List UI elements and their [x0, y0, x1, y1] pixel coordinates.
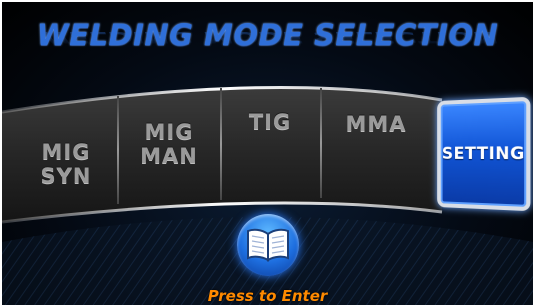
mode-button-mig-man[interactable]: MIG MAN — [119, 94, 219, 194]
mode-button-mig-syn[interactable]: MIG SYN — [16, 114, 116, 214]
book-icon — [247, 228, 289, 262]
mode-label-mma: MMA — [345, 112, 407, 136]
mode-label-tig: TIG — [248, 110, 292, 134]
mode-label-setting: SETTING — [441, 143, 525, 165]
display-screen: WELDING MODE SELECTION WELDING MODE SELE… — [2, 2, 533, 305]
mode-label-mig-syn: MIG SYN — [40, 140, 92, 188]
mode-button-setting[interactable]: SETTING — [437, 96, 531, 212]
enter-button[interactable] — [237, 214, 299, 276]
mode-button-mma[interactable]: MMA — [322, 84, 430, 164]
enter-hint-text: Press to Enter — [207, 287, 328, 305]
mode-label-mig-man: MIG MAN — [140, 120, 198, 168]
mode-button-tig[interactable]: TIG — [222, 82, 318, 162]
